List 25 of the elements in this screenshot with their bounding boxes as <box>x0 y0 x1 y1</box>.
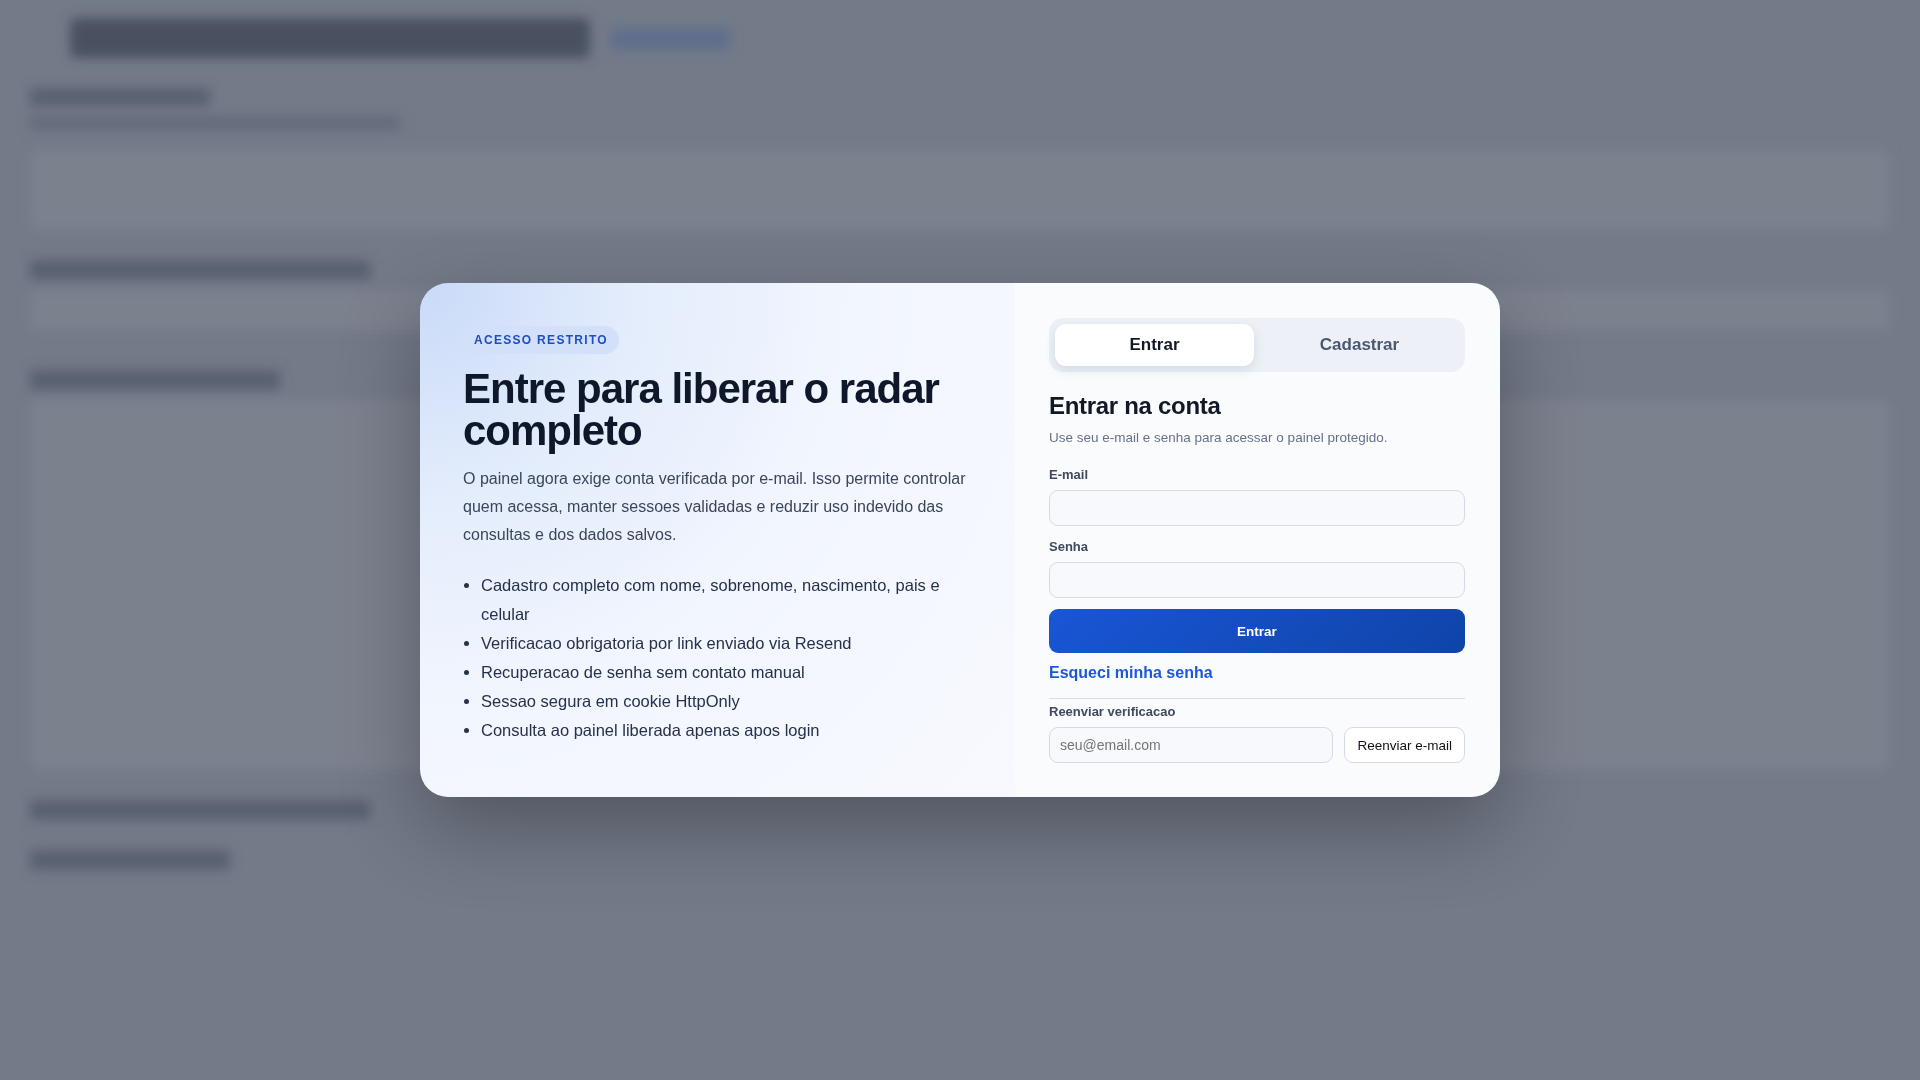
login-button[interactable]: Entrar <box>1049 609 1465 653</box>
field-label: E-mail <box>1049 467 1089 482</box>
feature-item: Verificacao obrigatoria por link enviado via Resend <box>481 633 852 654</box>
form-subtitle: Use seu e-mail e senha para acessar o painel protegido. <box>1049 429 1389 447</box>
bullet-icon <box>464 641 469 646</box>
form-heading: Entrar na conta <box>1049 392 1222 420</box>
intro-heading: Entre para liberar o radar completo <box>463 368 941 452</box>
feature-item: Recuperacao de senha sem contato manual <box>481 662 805 683</box>
feature-item: Sessao segura em cookie HttpOnly <box>481 691 740 712</box>
bullet-icon <box>464 728 469 733</box>
intro-description: O painel agora exige conta verificada por e-mail. Isso permite controlar quem acessa, manter sessoes validadas e reduzir uso indevido das consultas e dos dados salvos. <box>463 469 967 545</box>
input-field[interactable] <box>1049 562 1465 598</box>
resend-email-button[interactable]: Reenviar e-mail <box>1344 727 1465 763</box>
forgot-password-link[interactable]: Esqueci minha senha <box>1049 664 1213 682</box>
field-label: Reenviar verificacao <box>1049 704 1177 719</box>
resend-email-field[interactable]: seu@email.com <box>1049 727 1334 763</box>
auth-tab[interactable]: Entrar <box>1055 324 1254 366</box>
input-field[interactable] <box>1049 490 1465 526</box>
auth-tab[interactable]: Cadastrar <box>1260 324 1459 366</box>
feature-item: Cadastro completo com nome, sobrenome, nascimento, pais e celular <box>481 575 941 625</box>
feature-item: Consulta ao painel liberada apenas apos login <box>481 720 820 741</box>
bullet-icon <box>464 699 469 704</box>
bullet-icon <box>464 583 469 588</box>
field-label: Senha <box>1049 539 1089 554</box>
bullet-icon <box>464 670 469 675</box>
